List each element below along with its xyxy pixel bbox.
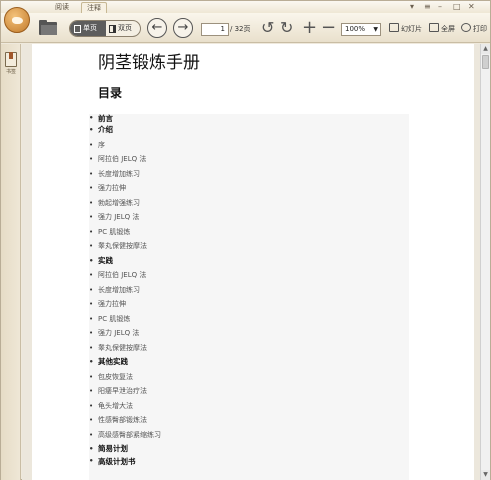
toc-item[interactable]: 强力拉伸	[89, 181, 409, 196]
scrollbar-thumb[interactable]	[482, 55, 489, 69]
toc-item[interactable]: 睾丸保健按摩法	[89, 239, 409, 254]
toc-heading: 目录	[98, 86, 123, 100]
app-window: 阅读 注释 ▾ ≡ – □ ✕ 单页 双页 ← → 1 / 32页 ↺ ↻ + …	[0, 0, 491, 480]
toc-item[interactable]: 简易计划	[89, 442, 409, 457]
page-number-input[interactable]: 1	[201, 23, 229, 36]
zoom-value: 100%	[345, 25, 366, 33]
toc-item[interactable]: 勃起增强练习	[89, 196, 409, 211]
rotate-right-icon[interactable]: ↻	[280, 19, 293, 37]
fullscreen-button[interactable]: 全屏	[429, 22, 455, 36]
toc-item[interactable]: 强力拉伸	[89, 297, 409, 312]
print-button[interactable]: 打印	[461, 22, 487, 36]
arrow-left-icon: ←	[151, 20, 163, 35]
single-page-icon	[74, 25, 81, 33]
toc-item[interactable]: 性感臀部锻炼法	[89, 413, 409, 428]
zoom-select[interactable]: 100% ▼	[341, 23, 381, 36]
toc-item[interactable]: PC 肌锻炼	[89, 312, 409, 327]
open-folder-icon[interactable]	[39, 20, 57, 35]
toc-item[interactable]: 龟头增大法	[89, 399, 409, 414]
maximize-icon[interactable]: □	[453, 1, 461, 12]
document-viewport[interactable]: 阴茎锻炼手册 目录 前言介绍序阿拉伯 JELQ 法长度增加练习强力拉伸勃起增强练…	[22, 44, 480, 480]
toc-item[interactable]: 高级计划书	[89, 457, 409, 466]
print-label: 打印	[473, 25, 487, 33]
fullscreen-icon	[429, 23, 439, 32]
toc-item[interactable]: 包皮恢复法	[89, 370, 409, 385]
bookmark-icon	[5, 52, 17, 67]
toc-item[interactable]: 强力 JELQ 法	[89, 210, 409, 225]
chevron-down-icon: ▼	[373, 26, 378, 33]
zoom-in-icon[interactable]: +	[302, 19, 317, 37]
double-page-button[interactable]: 双页	[106, 21, 140, 36]
single-page-button[interactable]: 单页	[70, 21, 106, 36]
title-bar: 阅读 注释 ▾ ≡ – □ ✕	[1, 1, 490, 13]
toc-item[interactable]: PC 肌锻炼	[89, 225, 409, 240]
double-page-label: 双页	[118, 24, 132, 32]
toc-item[interactable]: 睾丸保健按摩法	[89, 341, 409, 356]
toc-item[interactable]: 阿拉伯 JELQ 法	[89, 268, 409, 283]
toc-item[interactable]: 前言	[89, 114, 409, 123]
toc-list: 前言介绍序阿拉伯 JELQ 法长度增加练习强力拉伸勃起增强练习强力 JELQ 法…	[89, 114, 409, 466]
document-title: 阴茎锻炼手册	[98, 53, 200, 73]
toc-item[interactable]: 介绍	[89, 123, 409, 138]
toc-item[interactable]: 长度增加练习	[89, 167, 409, 182]
toc-item[interactable]: 阿拉伯 JELQ 法	[89, 152, 409, 167]
single-page-label: 单页	[83, 24, 97, 32]
minimize-icon[interactable]: –	[438, 1, 442, 12]
toolbar: 单页 双页 ← → 1 / 32页 ↺ ↻ + − 100% ▼ 幻灯片 全屏	[1, 13, 490, 43]
toc-item[interactable]: 高级感臀部紧缩练习	[89, 428, 409, 443]
tab-annotate[interactable]: 注释	[81, 2, 107, 13]
page-total: / 32页	[230, 25, 251, 33]
vertical-scrollbar[interactable]: ▲ ▼	[480, 44, 490, 480]
sidebar: 书签 目录	[1, 44, 224, 480]
fullscreen-label: 全屏	[441, 25, 455, 33]
slideshow-button[interactable]: 幻灯片	[389, 22, 422, 36]
sidebar-item-bookmarks[interactable]: 书签	[3, 52, 19, 75]
toc-item[interactable]: 实践	[89, 254, 409, 269]
print-icon	[461, 23, 471, 32]
next-page-button[interactable]: →	[173, 18, 193, 38]
slideshow-label: 幻灯片	[401, 25, 422, 33]
close-icon[interactable]: ✕	[468, 1, 475, 12]
toc-item[interactable]: 阳痿早泄治疗法	[89, 384, 409, 399]
double-page-icon	[109, 25, 116, 33]
toc-item[interactable]: 长度增加练习	[89, 283, 409, 298]
toc-item[interactable]: 其他实践	[89, 355, 409, 370]
app-logo[interactable]	[4, 7, 30, 33]
view-mode-group: 单页 双页	[69, 20, 141, 37]
zoom-out-icon[interactable]: −	[321, 19, 336, 37]
scroll-down-icon[interactable]: ▼	[481, 470, 490, 480]
tab-read[interactable]: 阅读	[49, 2, 75, 13]
scroll-up-icon[interactable]: ▲	[481, 44, 490, 54]
arrow-right-icon: →	[177, 20, 189, 35]
skin-icon[interactable]: ▾	[410, 1, 414, 12]
rotate-left-icon[interactable]: ↺	[261, 19, 274, 37]
menu-icon[interactable]: ≡	[424, 1, 431, 12]
toc-item[interactable]: 强力 JELQ 法	[89, 326, 409, 341]
document-page: 阴茎锻炼手册 目录 前言介绍序阿拉伯 JELQ 法长度增加练习强力拉伸勃起增强练…	[32, 44, 474, 480]
previous-page-button[interactable]: ←	[147, 18, 167, 38]
toc-item[interactable]: 序	[89, 138, 409, 153]
slideshow-icon	[389, 23, 399, 32]
sidebar-item-label: 书签	[5, 69, 16, 75]
